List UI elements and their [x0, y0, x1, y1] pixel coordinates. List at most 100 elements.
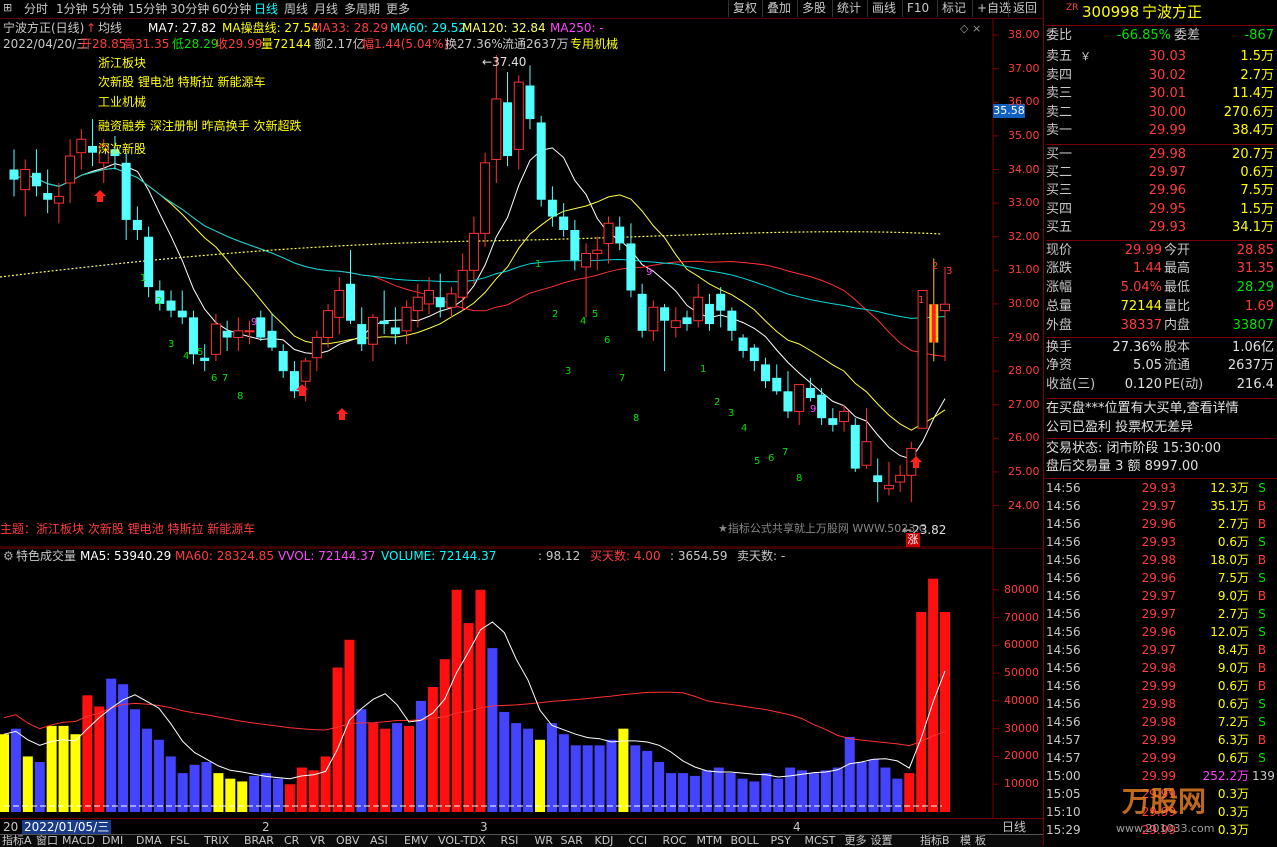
volume-bar[interactable] — [785, 767, 796, 812]
indicator-tab-22[interactable]: PSY — [771, 835, 791, 847]
volume-bar[interactable] — [380, 728, 391, 812]
settings-icon[interactable]: ◇ × — [960, 22, 981, 36]
volume-bar[interactable] — [487, 648, 498, 812]
volume-bar[interactable] — [296, 767, 307, 812]
volume-bar[interactable] — [773, 778, 784, 812]
volume-bar[interactable] — [225, 778, 236, 812]
indicator-tab-23[interactable]: MCST — [805, 835, 836, 847]
volume-bar[interactable] — [94, 706, 105, 812]
volume-bar[interactable] — [403, 725, 414, 812]
volume-bar[interactable] — [415, 700, 426, 812]
period-tab-1[interactable]: 1分钟 — [56, 1, 88, 17]
volume-bar[interactable] — [535, 739, 546, 812]
volume-bar[interactable] — [22, 756, 33, 812]
volume-bar[interactable] — [880, 767, 891, 812]
indicator-tab-9[interactable]: VR — [310, 835, 325, 847]
volume-bar[interactable] — [916, 612, 927, 812]
big-order-notice[interactable]: 在买盘***位置有大买单,查看详情 — [1046, 398, 1276, 418]
volume-chart-pane[interactable]: ⚙ 特色成交量 MA5: 53940.29 MA60: 28324.85 VVOL:… — [0, 547, 1043, 818]
pin-icon[interactable]: ⊞ — [3, 1, 12, 14]
period-tab-9[interactable]: 多周期 — [344, 1, 380, 17]
volume-chart[interactable] — [0, 547, 1043, 818]
volume-bar[interactable] — [272, 778, 283, 812]
volume-bar[interactable] — [856, 762, 867, 812]
indicator-tab-17[interactable]: KDJ — [595, 835, 614, 847]
volume-bar[interactable] — [570, 745, 581, 812]
volume-bar[interactable] — [499, 712, 510, 812]
toolbar-button-1[interactable]: 叠加 — [762, 0, 795, 17]
indicator-tab-24[interactable]: 更多 — [845, 835, 867, 847]
volume-bar[interactable] — [249, 775, 260, 812]
indicator-tab-1[interactable]: 窗口 — [36, 835, 58, 847]
volume-bar[interactable] — [237, 781, 248, 812]
toolbar-button-2[interactable]: 多股 — [797, 0, 830, 17]
indicator-right-tab-1[interactable]: 模 — [960, 835, 971, 847]
volume-bar[interactable] — [356, 709, 367, 812]
volume-bar[interactable] — [82, 695, 93, 812]
volume-bar[interactable] — [868, 759, 879, 812]
indicator-tab-0[interactable]: 指标A — [2, 835, 32, 847]
volume-bar[interactable] — [689, 775, 700, 812]
indicator-tab-21[interactable]: BOLL — [731, 835, 759, 847]
volume-bar[interactable] — [713, 767, 724, 812]
volume-bar[interactable] — [130, 709, 141, 812]
volume-bar[interactable] — [928, 578, 939, 812]
indicator-tab-20[interactable]: MTM — [697, 835, 723, 847]
volume-bar[interactable] — [642, 750, 653, 812]
candle[interactable] — [850, 418, 860, 472]
volume-bar[interactable] — [0, 734, 9, 812]
volume-bar[interactable] — [582, 745, 593, 812]
indicator-tab-19[interactable]: ROC — [663, 835, 687, 847]
volume-bar[interactable] — [34, 762, 45, 812]
candle[interactable] — [144, 226, 154, 298]
indicator-tab-7[interactable]: BRAR — [244, 835, 274, 847]
volume-bar[interactable] — [10, 728, 21, 812]
volume-bar[interactable] — [70, 734, 81, 812]
indicator-tab-13[interactable]: VOL-TDX — [438, 835, 486, 847]
volume-bar[interactable] — [523, 728, 534, 812]
indicator-tab-25[interactable]: 设置 — [871, 835, 893, 847]
volume-bar[interactable] — [546, 723, 557, 812]
volume-bar[interactable] — [511, 723, 522, 812]
indicator-right-tab-0[interactable]: 指标B — [920, 835, 950, 847]
volume-bar[interactable] — [737, 778, 748, 812]
volume-bar[interactable] — [284, 784, 295, 812]
candlestick-chart[interactable]: 1234 56 78912345678912345 678912 3 — [0, 19, 1043, 548]
volume-bar[interactable] — [106, 678, 117, 812]
period-tab-7[interactable]: 周线 — [284, 1, 308, 17]
volume-bar[interactable] — [594, 745, 605, 812]
toolbar-button-0[interactable]: 复权 — [728, 0, 761, 17]
volume-bar[interactable] — [141, 728, 152, 812]
indicator-tab-4[interactable]: DMA — [136, 835, 162, 847]
toolbar-button-3[interactable]: 统计 — [832, 0, 865, 17]
volume-bar[interactable] — [940, 612, 950, 812]
volume-bar[interactable] — [392, 723, 403, 812]
candle[interactable] — [536, 115, 546, 207]
volume-bar[interactable] — [439, 659, 450, 812]
volume-bar[interactable] — [189, 764, 200, 812]
volume-bar[interactable] — [892, 778, 903, 812]
indicator-tab-5[interactable]: FSL — [170, 835, 189, 847]
period-tab-0[interactable]: 分时 — [24, 1, 48, 17]
volume-bar[interactable] — [749, 781, 760, 812]
toolbar-button-8[interactable]: 返回 — [1008, 0, 1041, 17]
period-tab-2[interactable]: 5分钟 — [92, 1, 124, 17]
toolbar-button-6[interactable]: 标记 — [937, 0, 970, 17]
toolbar-button-4[interactable]: 画线 — [867, 0, 900, 17]
toolbar-button-5[interactable]: F10 — [902, 0, 933, 17]
indicator-tab-10[interactable]: OBV — [336, 835, 359, 847]
indicator-tab-8[interactable]: CR — [284, 835, 299, 847]
period-tab-5[interactable]: 60分钟 — [212, 1, 251, 17]
period-tab-3[interactable]: 15分钟 — [128, 1, 167, 17]
volume-bar[interactable] — [475, 589, 486, 812]
volume-bar[interactable] — [654, 762, 665, 812]
volume-bar[interactable] — [606, 739, 617, 812]
gear-icon[interactable]: ⚙ — [3, 549, 14, 563]
volume-bar[interactable] — [451, 589, 462, 812]
volume-bar[interactable] — [832, 767, 843, 812]
volume-bar[interactable] — [153, 739, 164, 812]
indicator-tab-12[interactable]: EMV — [404, 835, 428, 847]
volume-bar[interactable] — [165, 756, 176, 812]
volume-bar[interactable] — [844, 737, 855, 812]
indicator-tab-11[interactable]: ASI — [370, 835, 388, 847]
